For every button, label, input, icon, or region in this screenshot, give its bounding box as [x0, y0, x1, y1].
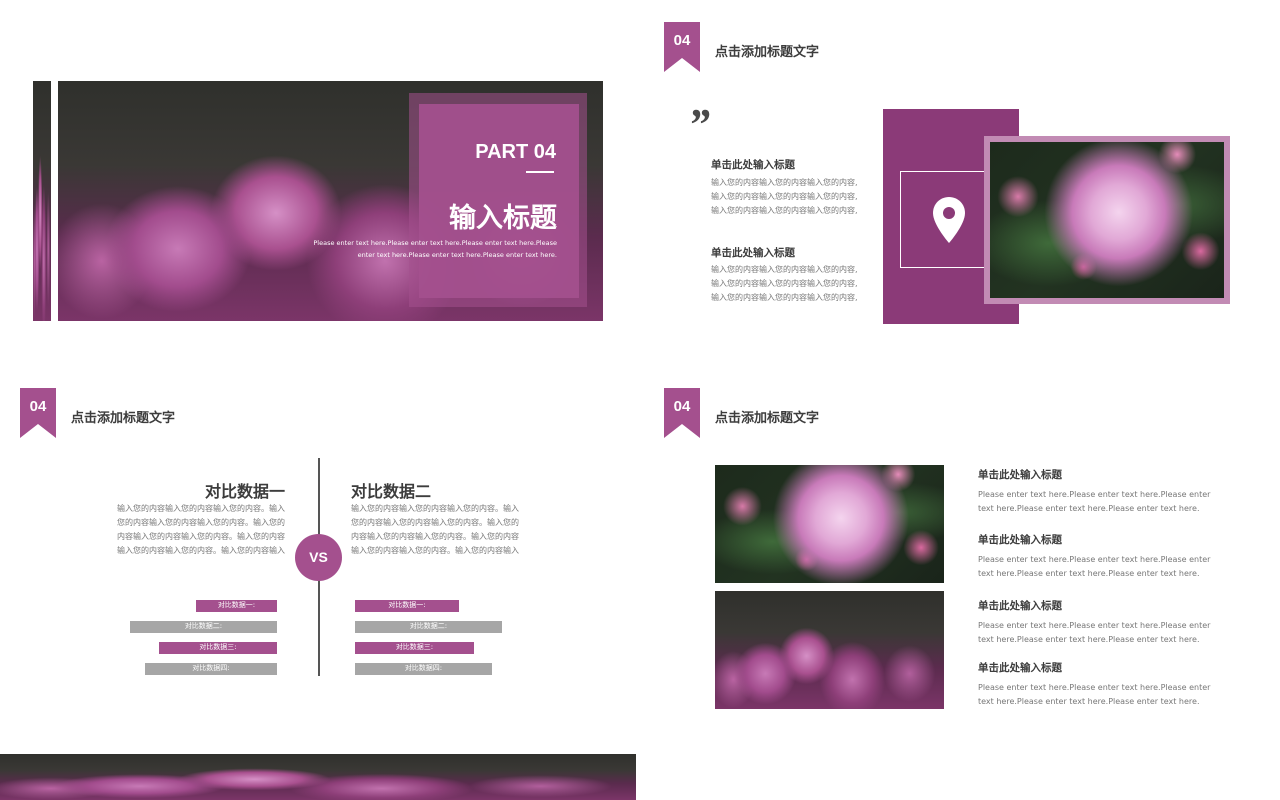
- flower-photo: [990, 142, 1224, 298]
- quote-mark-icon: ”: [688, 100, 710, 149]
- slide-header: 点击添加标题文字: [715, 411, 820, 426]
- list-item: 单击此处输入标题 Please enter text here.Please e…: [978, 600, 1211, 644]
- vs-badge: VS: [295, 534, 342, 581]
- comparison-bar: 对比数据一:: [196, 600, 277, 612]
- slide-part-cover[interactable]: PART 04 输入标题 Please enter text here.Plea…: [0, 0, 636, 358]
- comparison-bar: 对比数据二:: [355, 621, 502, 633]
- right-title: 对比数据二: [351, 482, 432, 501]
- comparison-bar: 对比数据一:: [355, 600, 459, 612]
- comparison-bar: 对比数据二:: [130, 621, 277, 633]
- list-item: 单击此处输入标题 Please enter text here.Please e…: [978, 662, 1211, 706]
- cover-desc-2: enter text here.Please enter text here.P…: [357, 251, 557, 259]
- bar-label: 对比数据三:: [199, 643, 237, 651]
- list-item: 单击此处输入标题 Please enter text here.Please e…: [978, 469, 1211, 513]
- item-title-2: 单击此处输入标题: [711, 247, 795, 259]
- flower-photo-bottom: [715, 591, 944, 709]
- slide-header: 点击添加标题文字: [71, 411, 176, 426]
- comparison-bar: 对比数据三:: [355, 642, 474, 654]
- left-bars: 对比数据一: 对比数据二: 对比数据三: 对比数据四:: [130, 600, 277, 680]
- bar-label: 对比数据二:: [409, 622, 448, 630]
- bar-label: 对比数据一:: [388, 601, 426, 609]
- comparison-bar: 对比数据三:: [159, 642, 277, 654]
- slide-partial-photo[interactable]: [0, 754, 636, 800]
- comparison-bar: 对比数据四:: [355, 663, 492, 675]
- number-tag: 04: [664, 22, 700, 72]
- part-underline: [526, 171, 554, 173]
- flower-photo-top: [715, 465, 944, 583]
- item-text-1: 输入您的内容输入您的内容输入您的内容, 输入您的内容输入您的内容输入您的内容, …: [711, 178, 858, 215]
- right-text: 输入您的内容输入您的内容输入您的内容。输入 您的内容输入您的内容输入您的内容。输…: [351, 504, 519, 555]
- comparison-bar: 对比数据四:: [145, 663, 277, 675]
- number-tag: 04: [664, 388, 700, 438]
- bar-label: 对比数据二:: [184, 622, 223, 630]
- slide-two-images[interactable]: 04 点击添加标题文字 单击此处输入标题 Please enter text h…: [644, 366, 1280, 724]
- bar-label: 对比数据四:: [192, 664, 230, 672]
- slide-comparison[interactable]: 04 点击添加标题文字 对比数据一 输入您的内容输入您的内容输入您的内容。输入 …: [0, 366, 636, 724]
- location-pin-icon: [933, 197, 965, 243]
- left-text: 输入您的内容输入您的内容输入您的内容。输入 您的内容输入您的内容输入您的内容。输…: [117, 504, 285, 555]
- number-tag: 04: [20, 388, 56, 438]
- slide-header: 点击添加标题文字: [715, 45, 820, 60]
- cover-title: 输入标题: [449, 203, 557, 234]
- bar-label: 对比数据三:: [395, 643, 434, 651]
- list-item: 单击此处输入标题 Please enter text here.Please e…: [978, 534, 1211, 578]
- item-text-2: 输入您的内容输入您的内容输入您的内容, 输入您的内容输入您的内容输入您的内容, …: [711, 265, 858, 302]
- bar-label: 对比数据四:: [404, 664, 443, 672]
- item-title-1: 单击此处输入标题: [711, 159, 795, 171]
- cover-desc-1: Please enter text here.Please enter text…: [313, 239, 557, 247]
- slide-quote-image[interactable]: 04 点击添加标题文字 ” 单击此处输入标题 输入您的内容输入您的内容输入您的内…: [644, 0, 1280, 358]
- left-title: 对比数据一: [204, 482, 285, 501]
- bar-label: 对比数据一:: [217, 601, 256, 609]
- right-bars: 对比数据一: 对比数据二: 对比数据三: 对比数据四:: [355, 600, 502, 680]
- part-label: PART 04: [475, 141, 556, 163]
- left-photo-strip: [33, 81, 51, 321]
